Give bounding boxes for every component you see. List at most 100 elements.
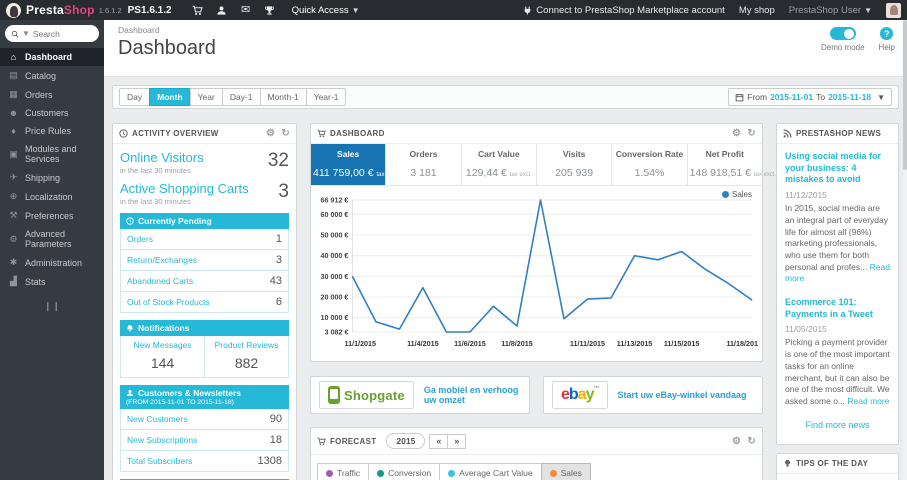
kpi-conversion-rate[interactable]: Conversion Rate 1.54% [611,144,686,185]
product-reviews-link[interactable]: Product Reviews [207,340,286,350]
notifications-header: Notifications [120,320,289,336]
demo-mode-toggle[interactable] [829,27,856,40]
kpi-net-profit[interactable]: Net Profit 148 918,51 € tax excl. [686,144,776,185]
sidebar-item-catalog[interactable]: ▤ Catalog [0,66,104,85]
chevron-down-icon: ▼ [864,5,872,15]
my-shop-link[interactable]: My shop [739,5,775,16]
filter-year-1-button[interactable]: Year-1 [305,88,347,106]
kpi-sales[interactable]: Sales 411 759,00 € tax excl. [311,144,398,185]
settings-gear-icon[interactable]: ⚙ [732,129,741,139]
table-row: New Customers 90 [120,409,289,430]
row-value: 6 [275,296,282,308]
legend-average-cart-value-toggle[interactable]: Average Cart Value [439,463,542,480]
kpi-orders[interactable]: Orders 3 181 [385,144,460,185]
trophy-icon[interactable] [258,5,282,16]
news-article-link[interactable]: Using social media for your business: 4 … [785,151,890,186]
returns-link[interactable]: Return/Exchanges [127,255,197,265]
news-article-link[interactable]: Ecommerce 101: Payments in a Tweet [785,297,890,320]
legend-traffic-toggle[interactable]: Traffic [317,463,370,480]
date-range-picker[interactable]: From 2015-11-01 To 2015-11-18 ▼ [728,88,892,106]
sidebar-item-label: Shipping [25,172,61,183]
sidebar-item-dashboard[interactable]: ⌂ Dashboard [0,48,104,66]
kpi-label: Sales [337,149,360,159]
forecast-next-button[interactable]: » [447,433,467,449]
svg-text:50 000 €: 50 000 € [320,230,348,239]
settings-gear-icon[interactable]: ⚙ [266,129,275,139]
wrench-icon: ⚒ [9,210,18,220]
topbar: PrestaShop 1.6.1.2 PS1.6.1.2 ✉ Quick Acc… [0,0,907,20]
stat-subtitle: in the last 30 minutes [120,166,191,175]
ebay-link[interactable]: Start uw eBay-winkel vandaag [618,390,747,400]
out-of-stock-link[interactable]: Out of Stock Products [127,297,210,307]
user-icon[interactable] [210,5,234,16]
sidebar-item-advanced-parameters[interactable]: ⚙ Advanced Parameters [0,225,104,253]
menu-collapse-toggle[interactable]: ❙❙ [0,291,104,312]
search-input[interactable] [32,28,85,39]
read-more-link[interactable]: Read more [847,396,889,406]
avatar[interactable] [886,2,901,18]
forecast-year-button[interactable]: 2015 [386,433,426,449]
filter-month-1-button[interactable]: Month-1 [259,88,307,106]
chart-legend[interactable]: Sales [721,190,752,199]
svg-text:11/11/2015: 11/11/2015 [570,339,605,348]
sidebar-item-modules[interactable]: ▣ Modules and Services [0,140,104,168]
refresh-icon[interactable]: ↻ [747,129,756,139]
sidebar-item-price-rules[interactable]: ♦ Price Rules [0,122,104,140]
cart-icon[interactable] [186,5,210,16]
user-menu[interactable]: PrestaShop User ▼ [789,5,872,16]
sidebar-item-orders[interactable]: ▦ Orders [0,85,104,104]
sidebar-item-shipping[interactable]: ✈ Shipping [0,168,104,187]
search-scope-caret-icon[interactable]: ▼ [22,29,30,38]
filter-day-1-button[interactable]: Day-1 [221,88,261,106]
news-excerpt: Picking a payment provider is one of the… [785,337,890,407]
sidebar-item-stats[interactable]: ▟ Stats [0,272,104,291]
kpi-value: 129,44 € [465,167,507,179]
marketplace-connect-link[interactable]: Connect to PrestaShop Marketplace accoun… [523,5,725,16]
shopgate-banner[interactable]: Shopgate Ga mobiel en verhoog uw omzet [310,376,530,414]
brand-shop: Shop [63,3,95,17]
legend-conversion-toggle[interactable]: Conversion [368,463,441,480]
sidebar-item-localization[interactable]: ⊕ Localization [0,187,104,206]
customers-icon: ☻ [8,108,19,118]
active-carts-link[interactable]: Active Shopping Carts [120,181,289,196]
kpi-cart-value[interactable]: Cart Value 129,44 € tax excl. [460,144,536,185]
legend-dot [326,469,333,477]
sidebar-item-label: Stats [25,276,46,287]
cart-icon [317,437,326,445]
orders-link[interactable]: Orders [127,234,153,244]
forecast-prev-button[interactable]: « [429,433,449,449]
sidebar-item-customers[interactable]: ☻ Customers [0,104,104,122]
quick-access-menu[interactable]: Quick Access ▼ [292,5,360,16]
row-value: 18 [269,434,282,446]
online-visitors-stat: Online Visitors in the last 30 minutes 3… [120,150,289,175]
sidebar-item-administration[interactable]: ✱ Administration [0,253,104,272]
page-scrollbar[interactable] [903,20,907,480]
new-customers-link[interactable]: New Customers [127,414,187,424]
ebay-banner[interactable]: ebay™ Start uw eBay-winkel vandaag [543,376,763,414]
stats-icon: ▟ [10,276,17,286]
product-reviews-cell: Product Reviews 882 [204,336,288,377]
filter-month-button[interactable]: Month [149,88,191,106]
sidebar-item-preferences[interactable]: ⚒ Preferences [0,206,104,225]
legend-sales-toggle[interactable]: Sales [540,463,591,480]
sidebar-item-label: Customers [25,108,69,118]
legend-label: Sales [560,468,582,478]
scrollbar-thumb[interactable] [903,20,907,170]
mail-icon[interactable]: ✉ [234,4,258,16]
shopgate-link[interactable]: Ga mobiel en verhoog uw omzet [424,385,521,405]
refresh-icon[interactable]: ↻ [747,436,756,446]
sidebar-search[interactable]: ▼ [5,25,99,42]
new-messages-link[interactable]: New Messages [123,340,202,350]
find-more-news-link[interactable]: Find more news [785,408,890,440]
kpi-visits[interactable]: Visits 205 939 [535,144,611,185]
new-subscriptions-link[interactable]: New Subscriptions [127,435,197,445]
abandoned-carts-link[interactable]: Abandoned Carts [127,276,193,286]
total-subscribers-link[interactable]: Total Subscribers [127,456,192,466]
filter-year-button[interactable]: Year [189,88,223,106]
settings-gear-icon[interactable]: ⚙ [732,436,741,446]
sidebar-item-label: Orders [25,89,53,100]
online-visitors-link[interactable]: Online Visitors [120,150,289,165]
filter-day-button[interactable]: Day [119,88,151,106]
refresh-icon[interactable]: ↻ [281,129,290,139]
help-icon[interactable]: ? [880,27,894,40]
